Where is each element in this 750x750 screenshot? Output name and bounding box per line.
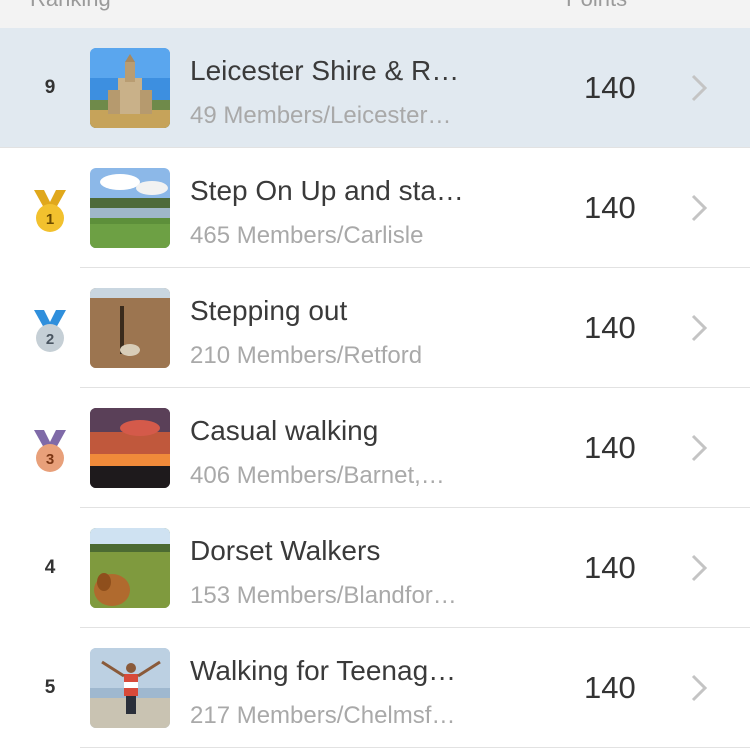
group-thumbnail: [90, 168, 170, 248]
chevron-right-icon: [691, 674, 708, 702]
group-points: 140: [584, 430, 636, 465]
chevron-right-icon: [691, 434, 708, 462]
chevron-right-icon: [691, 74, 708, 102]
group-members-location: 406 Members/Barnet,…: [190, 462, 445, 489]
group-name: Leicester Shire & R…: [190, 55, 460, 86]
medal-rank-number: 1: [46, 211, 54, 228]
group-members-location: 210 Members/Retford: [190, 342, 423, 369]
group-members-location: 465 Members/Carlisle: [190, 222, 424, 249]
row-divider: [80, 747, 750, 748]
group-points: 140: [584, 670, 636, 705]
rank-number: 5: [44, 677, 56, 698]
gold-medal-icon: 1: [34, 190, 66, 232]
group-name: Casual walking: [190, 415, 379, 446]
ranking-row[interactable]: 1 Step On Up and sta… 465 Members/Carlis…: [0, 148, 750, 268]
group-name: Step On Up and sta…: [190, 175, 464, 206]
list-header: Ranking Points: [0, 0, 750, 28]
group-members-location: 217 Members/Chelmsf…: [190, 702, 456, 729]
group-thumbnail: [90, 528, 170, 608]
medal-rank-number: 3: [46, 451, 54, 468]
group-points: 140: [584, 310, 636, 345]
chevron-right-icon: [691, 554, 708, 582]
ranking-row-current-group[interactable]: 9 Leicester Shire & R… 49 Members/Leices…: [0, 28, 750, 148]
group-points: 140: [584, 70, 636, 105]
chevron-right-icon: [691, 314, 708, 342]
group-name: Stepping out: [190, 295, 348, 326]
group-thumbnail: [90, 48, 170, 128]
bronze-medal-icon: 3: [34, 430, 66, 472]
rank-number: 9: [44, 77, 56, 98]
group-points: 140: [584, 550, 636, 585]
group-members-location: 49 Members/Leicester…: [190, 102, 452, 129]
silver-medal-icon: 2: [34, 310, 66, 352]
group-thumbnail: [90, 288, 170, 368]
group-name: Walking for Teenag…: [190, 655, 457, 686]
medal-rank-number: 2: [46, 331, 54, 348]
rank-number: 4: [44, 557, 56, 578]
chevron-right-icon: [691, 194, 708, 222]
points-column-label: Points: [566, 0, 627, 12]
ranking-row[interactable]: 3 Casual walking 406 Members/Barnet,… 14…: [0, 388, 750, 508]
group-points: 140: [584, 190, 636, 225]
ranking-row[interactable]: 2 Stepping out 210 Members/Retford 140: [0, 268, 750, 388]
ranking-row[interactable]: 5 Walking for Teenag… 217 Members/Chelms…: [0, 628, 750, 748]
group-members-location: 153 Members/Blandfor…: [190, 582, 457, 609]
ranking-row[interactable]: 4 Dorset Walkers 153 Members/Blandfor… 1…: [0, 508, 750, 628]
ranking-column-label: Ranking: [30, 0, 111, 12]
group-name: Dorset Walkers: [190, 535, 381, 566]
group-thumbnail: [90, 648, 170, 728]
group-thumbnail: [90, 408, 170, 488]
